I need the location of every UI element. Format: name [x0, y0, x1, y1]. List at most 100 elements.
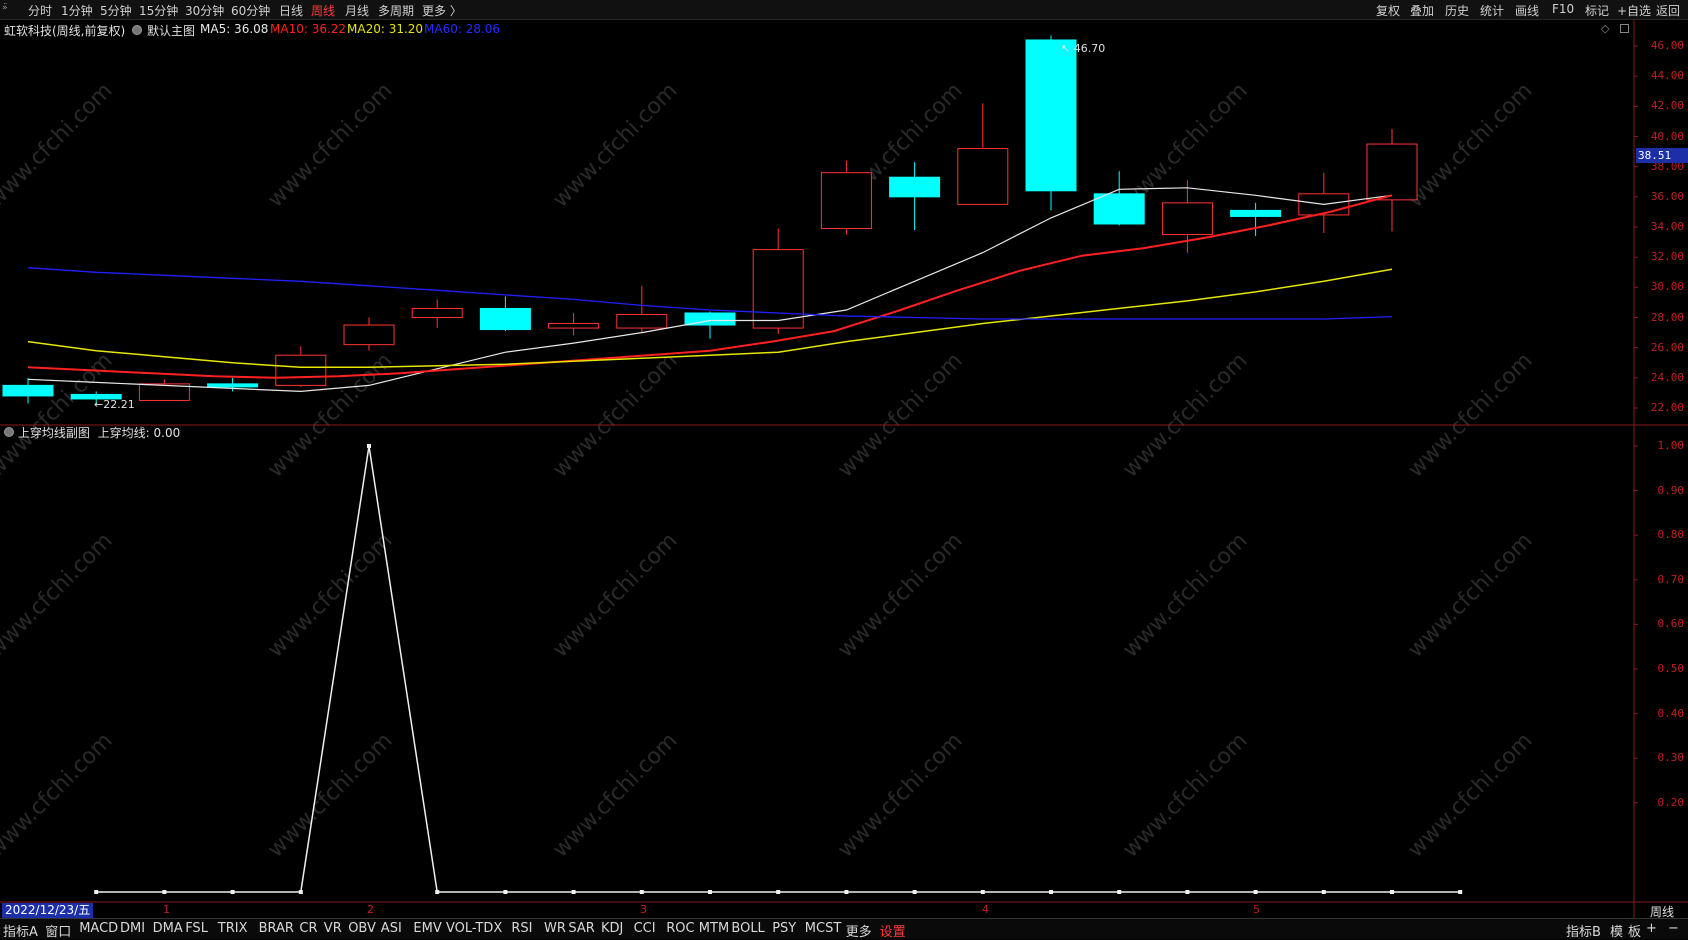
main-y-tick: 44.00 [1650, 69, 1684, 83]
candle-body [820, 172, 872, 230]
candle-body [207, 383, 259, 388]
indicator-tab[interactable]: CCI [634, 921, 656, 936]
watermark-text: www.cfchi.com [0, 78, 118, 212]
high-price-value: 46.70 [1073, 42, 1106, 55]
sub-chart-title: 上穿均线副图 [17, 426, 90, 440]
sub-chart-value: 上穿均线: 0.00 [97, 426, 181, 440]
main-y-tick: 26.00 [1650, 340, 1684, 354]
watermark-text: www.cfchi.com [833, 728, 967, 862]
crossover-point [912, 890, 917, 894]
bottom-right-control[interactable]: 板 [1628, 921, 1641, 940]
crossover-point [1321, 890, 1326, 894]
crossover-point [708, 890, 712, 894]
indicator-tab[interactable]: OBV [348, 921, 376, 936]
sub-y-tick: 0.90 [1657, 483, 1685, 497]
crossover-point [230, 890, 235, 894]
indicator-tab[interactable]: RSI [511, 921, 532, 936]
indicator-tab[interactable]: 指标A [3, 921, 38, 940]
sub-y-tick: 0.50 [1657, 662, 1685, 675]
indicator-tab[interactable]: VR [324, 921, 342, 936]
sub-y-tick: 0.40 [1657, 706, 1685, 720]
candle-body [752, 249, 804, 329]
ma60-line [27, 267, 1393, 320]
indicator-tab[interactable]: KDJ [601, 921, 623, 936]
sub-chart-header: 上穿均线副图 上穿均线: 0.00 [4, 424, 180, 441]
candle-body [957, 148, 1009, 205]
candle-body [889, 176, 941, 198]
main-y-tick: 30.00 [1650, 280, 1684, 294]
sub-y-tick: 0.30 [1657, 751, 1685, 765]
crossover-point [1253, 890, 1258, 894]
indicator-tab[interactable]: ROC [666, 921, 694, 936]
indicator-tab[interactable]: 更多 [846, 921, 872, 940]
indicator-tab[interactable]: ASI [381, 921, 402, 936]
watermark-text: www.cfchi.com [263, 528, 397, 662]
candle-body [616, 313, 668, 329]
crossover-point [435, 890, 440, 894]
sub-settings-icon[interactable] [4, 427, 14, 437]
crossover-point [94, 890, 99, 894]
candle-body [2, 384, 54, 397]
watermark-text: www.cfchi.com [1403, 78, 1537, 212]
watermark-text: www.cfchi.com [548, 348, 682, 482]
crossover-point [1117, 890, 1122, 894]
candle-body [479, 307, 531, 331]
main-y-tick: 24.00 [1650, 370, 1684, 384]
watermark-text: www.cfchi.com [1403, 728, 1537, 862]
indicator-tab-bar: 指标A 窗口 MACD DMI DMA FSL TRIX BRAR CR VR OBV ASI EMV V… [0, 918, 1688, 940]
watermark-text: www.cfchi.com [0, 728, 118, 862]
bottom-right-control[interactable]: + [1646, 921, 1657, 936]
crossover-point [980, 890, 985, 894]
indicator-tab[interactable]: EMV [413, 921, 441, 936]
indicator-tab[interactable]: TRIX [218, 921, 248, 936]
watermark-text: www.cfchi.com [1118, 728, 1252, 862]
indicator-tab[interactable]: 设置 [880, 921, 906, 940]
indicator-tab[interactable]: MCST [805, 921, 842, 936]
kline-chart[interactable]: www.cfchi.com www.cfchi.com www.cfchi.com w… [0, 0, 1688, 938]
main-y-tick: 36.00 [1650, 189, 1684, 203]
bottom-right-control[interactable]: − [1668, 921, 1679, 936]
crossover-point [298, 890, 303, 894]
indicator-tab[interactable]: CR [299, 921, 317, 936]
candle-body [1025, 39, 1077, 192]
sub-y-tick: 0.80 [1657, 528, 1685, 542]
current-price-label: 38.51 [1636, 148, 1688, 163]
candle-body [1230, 209, 1282, 217]
indicator-tab[interactable]: BRAR [259, 921, 294, 936]
indicator-tab[interactable]: WR [544, 921, 566, 936]
candle-body [1093, 193, 1145, 225]
indicator-tab[interactable]: MACD [79, 921, 118, 936]
indicator-tab[interactable]: VOL-TDX [446, 921, 502, 936]
indicator-tab[interactable]: MTM [699, 921, 729, 936]
low-price-label: ←22.21 [94, 398, 135, 411]
watermark-text: www.cfchi.com [263, 728, 397, 862]
sub-y-tick: 0.20 [1657, 795, 1685, 809]
indicator-tab[interactable]: DMA [153, 921, 183, 936]
main-plot [2, 35, 1418, 405]
candle-body [343, 324, 395, 346]
main-y-tick: 42.00 [1650, 99, 1684, 113]
main-y-tick: 22.00 [1650, 401, 1684, 414]
indicator-tab[interactable]: DMI [120, 921, 145, 936]
main-y-tick: 46.00 [1650, 39, 1684, 52]
sub-y-tick: 0.60 [1657, 617, 1685, 631]
crossover-point [1185, 890, 1190, 894]
bottom-right-control[interactable]: 指标B [1566, 921, 1601, 940]
month-marker-2: 2 [367, 903, 374, 916]
watermark-text: www.cfchi.com [833, 348, 967, 482]
crossover-point [367, 444, 371, 448]
indicator-tab[interactable]: SAR [568, 921, 594, 936]
crossover-point [1390, 890, 1394, 894]
main-y-tick: 40.00 [1650, 129, 1684, 143]
bottom-right-control[interactable]: 模 [1610, 921, 1623, 940]
indicator-tab[interactable]: BOLL [731, 921, 764, 936]
indicator-tab[interactable]: 窗口 [45, 921, 71, 940]
watermark-text: www.cfchi.com [263, 78, 397, 212]
indicator-tab[interactable]: PSY [772, 921, 796, 936]
candle-body [1161, 202, 1213, 236]
watermark-text: www.cfchi.com [1118, 528, 1252, 662]
indicator-tab[interactable]: FSL [185, 921, 208, 936]
candle-body [1366, 143, 1418, 201]
watermark-text: www.cfchi.com [1403, 348, 1537, 482]
main-y-tick: 34.00 [1650, 220, 1684, 233]
